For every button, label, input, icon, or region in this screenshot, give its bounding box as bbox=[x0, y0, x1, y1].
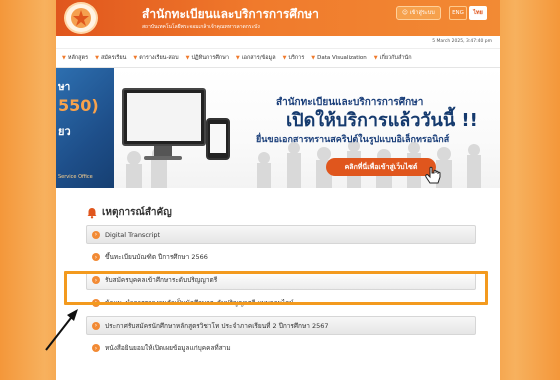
current-datetime: 5 March 2025, 3:47:40 pm bbox=[432, 39, 492, 44]
site-header: สำนักทะเบียนและบริการการศึกษา สถาบันเทคโ… bbox=[56, 0, 500, 36]
caret-icon: ▼ bbox=[373, 55, 378, 61]
main-nav: ▼ หลักสูตร ▼ สมัครเรียน ▼ ตารางเรียน-สอบ ▼ ป… bbox=[56, 48, 500, 68]
news-item-label: ขึ้นทะเบียนบัณฑิต ปีการศึกษา 2566 bbox=[105, 253, 208, 262]
banner-headline-main: เปิดให้บริการแล้ววันนี้ !! bbox=[286, 110, 478, 131]
pointer-arrow-icon bbox=[45, 309, 78, 351]
nav-label: สมัครเรียน bbox=[100, 55, 127, 61]
site-title[interactable]: สำนักทะเบียนและบริการการศึกษา bbox=[142, 5, 319, 24]
news-item-label: ข้อแนะนำการรายงานตัวเป็นนักศึกษาระดับปริ… bbox=[105, 298, 294, 307]
nav-label: หลักสูตร bbox=[67, 55, 89, 61]
news-item-label: รับสมัครบุคคลเข้าศึกษาระดับปริญญาตรี bbox=[105, 276, 218, 285]
monitor-illustration bbox=[122, 88, 206, 146]
chevron-right-icon: › bbox=[92, 253, 100, 262]
university-logo[interactable] bbox=[64, 2, 98, 34]
nav-item-documents[interactable]: ▼ เอกสาร/ข้อมูล bbox=[236, 54, 276, 62]
emblem-icon bbox=[71, 8, 91, 28]
chevron-right-icon: › bbox=[92, 276, 100, 285]
nav-label: บริการ bbox=[288, 55, 305, 61]
phone-illustration bbox=[206, 118, 230, 160]
news-item-online-reporting[interactable]: › ข้อแนะนำการรายงานตัวเป็นนักศึกษาระดับป… bbox=[86, 293, 476, 313]
enter-website-button[interactable]: คลิกที่นี่เพื่อเข้าสู่เว็บไซต์ bbox=[326, 158, 436, 176]
banner-headline-sub: ยื่นขอเอกสารทรานสคริปต์ในรูปแบบอิเล็กทรอ… bbox=[256, 135, 450, 145]
lang-en-button[interactable]: ENG bbox=[449, 6, 467, 20]
nav-item-calendar[interactable]: ▼ ปฏิทินการศึกษา bbox=[186, 54, 229, 62]
chevron-right-icon: › bbox=[92, 321, 100, 330]
news-item-label: หนังสือยินยอมให้เปิดเผยข้อมูลแก่บุคคลที่… bbox=[105, 344, 231, 353]
news-item-label: ประกาศรับสมัครนักศึกษาหลักสูตรวิชาโท ประ… bbox=[105, 321, 329, 330]
site-subtitle: สถาบันเทคโนโลยีพระจอมเกล้าเจ้าคุณทหารลาด… bbox=[142, 24, 260, 30]
nav-label: ปฏิทินการศึกษา bbox=[191, 55, 229, 61]
nav-label: Data Visualization bbox=[317, 55, 367, 61]
prev-slide-footer: Service Office bbox=[58, 174, 93, 180]
caret-icon: ▼ bbox=[95, 55, 99, 61]
previous-slide-panel: ษา 550) ยว Service Office bbox=[56, 68, 114, 188]
user-icon: ☺ bbox=[402, 10, 408, 16]
browser-page: สำนักทะเบียนและบริการการศึกษา สถาบันเทคโ… bbox=[56, 0, 500, 380]
caret-icon: ▼ bbox=[185, 55, 190, 61]
news-title-text: เหตุการณ์สำคัญ bbox=[102, 207, 172, 218]
nav-item-curriculum[interactable]: ▼ หลักสูตร bbox=[62, 54, 88, 62]
news-item-bachelor-admission[interactable]: › รับสมัครบุคคลเข้าศึกษาระดับปริญญาตรี bbox=[86, 270, 476, 290]
nav-item-services[interactable]: ▼ บริการ bbox=[283, 54, 305, 62]
news-section-title: เหตุการณ์สำคัญ bbox=[86, 205, 172, 220]
news-item-minor-program[interactable]: › ประกาศรับสมัครนักศึกษาหลักสูตรวิชาโท ป… bbox=[86, 316, 476, 336]
caret-icon: ▼ bbox=[282, 55, 287, 61]
nav-item-data-viz[interactable]: ▼ Data Visualization bbox=[311, 55, 366, 61]
chevron-right-icon: › bbox=[92, 230, 100, 239]
login-button[interactable]: ☺ เข้าสู่ระบบ bbox=[396, 6, 441, 20]
login-label: เข้าสู่ระบบ bbox=[409, 10, 435, 16]
hand-cursor-icon bbox=[425, 166, 441, 184]
date-bar: 5 March 2025, 3:47:40 pm bbox=[56, 36, 500, 48]
prev-slide-text: ยว bbox=[58, 125, 71, 138]
chevron-right-icon: › bbox=[92, 344, 100, 353]
nav-label: เกี่ยวกับสำนัก bbox=[379, 55, 412, 61]
caret-icon: ▼ bbox=[235, 55, 240, 61]
news-item-digital-transcript[interactable]: › Digital Transcript bbox=[86, 225, 476, 244]
nav-label: ตารางเรียน-สอบ bbox=[139, 55, 179, 61]
caret-icon: ▼ bbox=[133, 55, 138, 61]
prev-slide-text: 550) bbox=[58, 96, 99, 115]
monitor-base bbox=[144, 156, 182, 160]
news-item-label: Digital Transcript bbox=[105, 230, 161, 239]
caret-icon: ▼ bbox=[62, 55, 66, 61]
hero-banner[interactable]: ษา 550) ยว Service Office สำนักทะเบียนแล… bbox=[56, 68, 500, 188]
nav-item-admission[interactable]: ▼ สมัครเรียน bbox=[95, 54, 126, 62]
news-item-graduate-registration[interactable]: › ขึ้นทะเบียนบัณฑิต ปีการศึกษา 2566 bbox=[86, 247, 476, 267]
chevron-right-icon: › bbox=[92, 298, 100, 307]
caret-icon: ▼ bbox=[311, 55, 316, 61]
news-item-consent-letter[interactable]: › หนังสือยินยอมให้เปิดเผยข้อมูลแก่บุคคลท… bbox=[86, 338, 476, 358]
nav-item-schedule[interactable]: ▼ ตารางเรียน-สอบ bbox=[133, 54, 178, 62]
news-list: › Digital Transcript › ขึ้นทะเบียนบัณฑิต… bbox=[86, 225, 476, 362]
bell-icon bbox=[87, 207, 97, 218]
nav-label: เอกสาร/ข้อมูล bbox=[241, 55, 276, 61]
lang-th-button[interactable]: ไทย bbox=[469, 6, 487, 20]
nav-item-about[interactable]: ▼ เกี่ยวกับสำนัก bbox=[374, 54, 412, 62]
prev-slide-text: ษา bbox=[58, 82, 71, 93]
